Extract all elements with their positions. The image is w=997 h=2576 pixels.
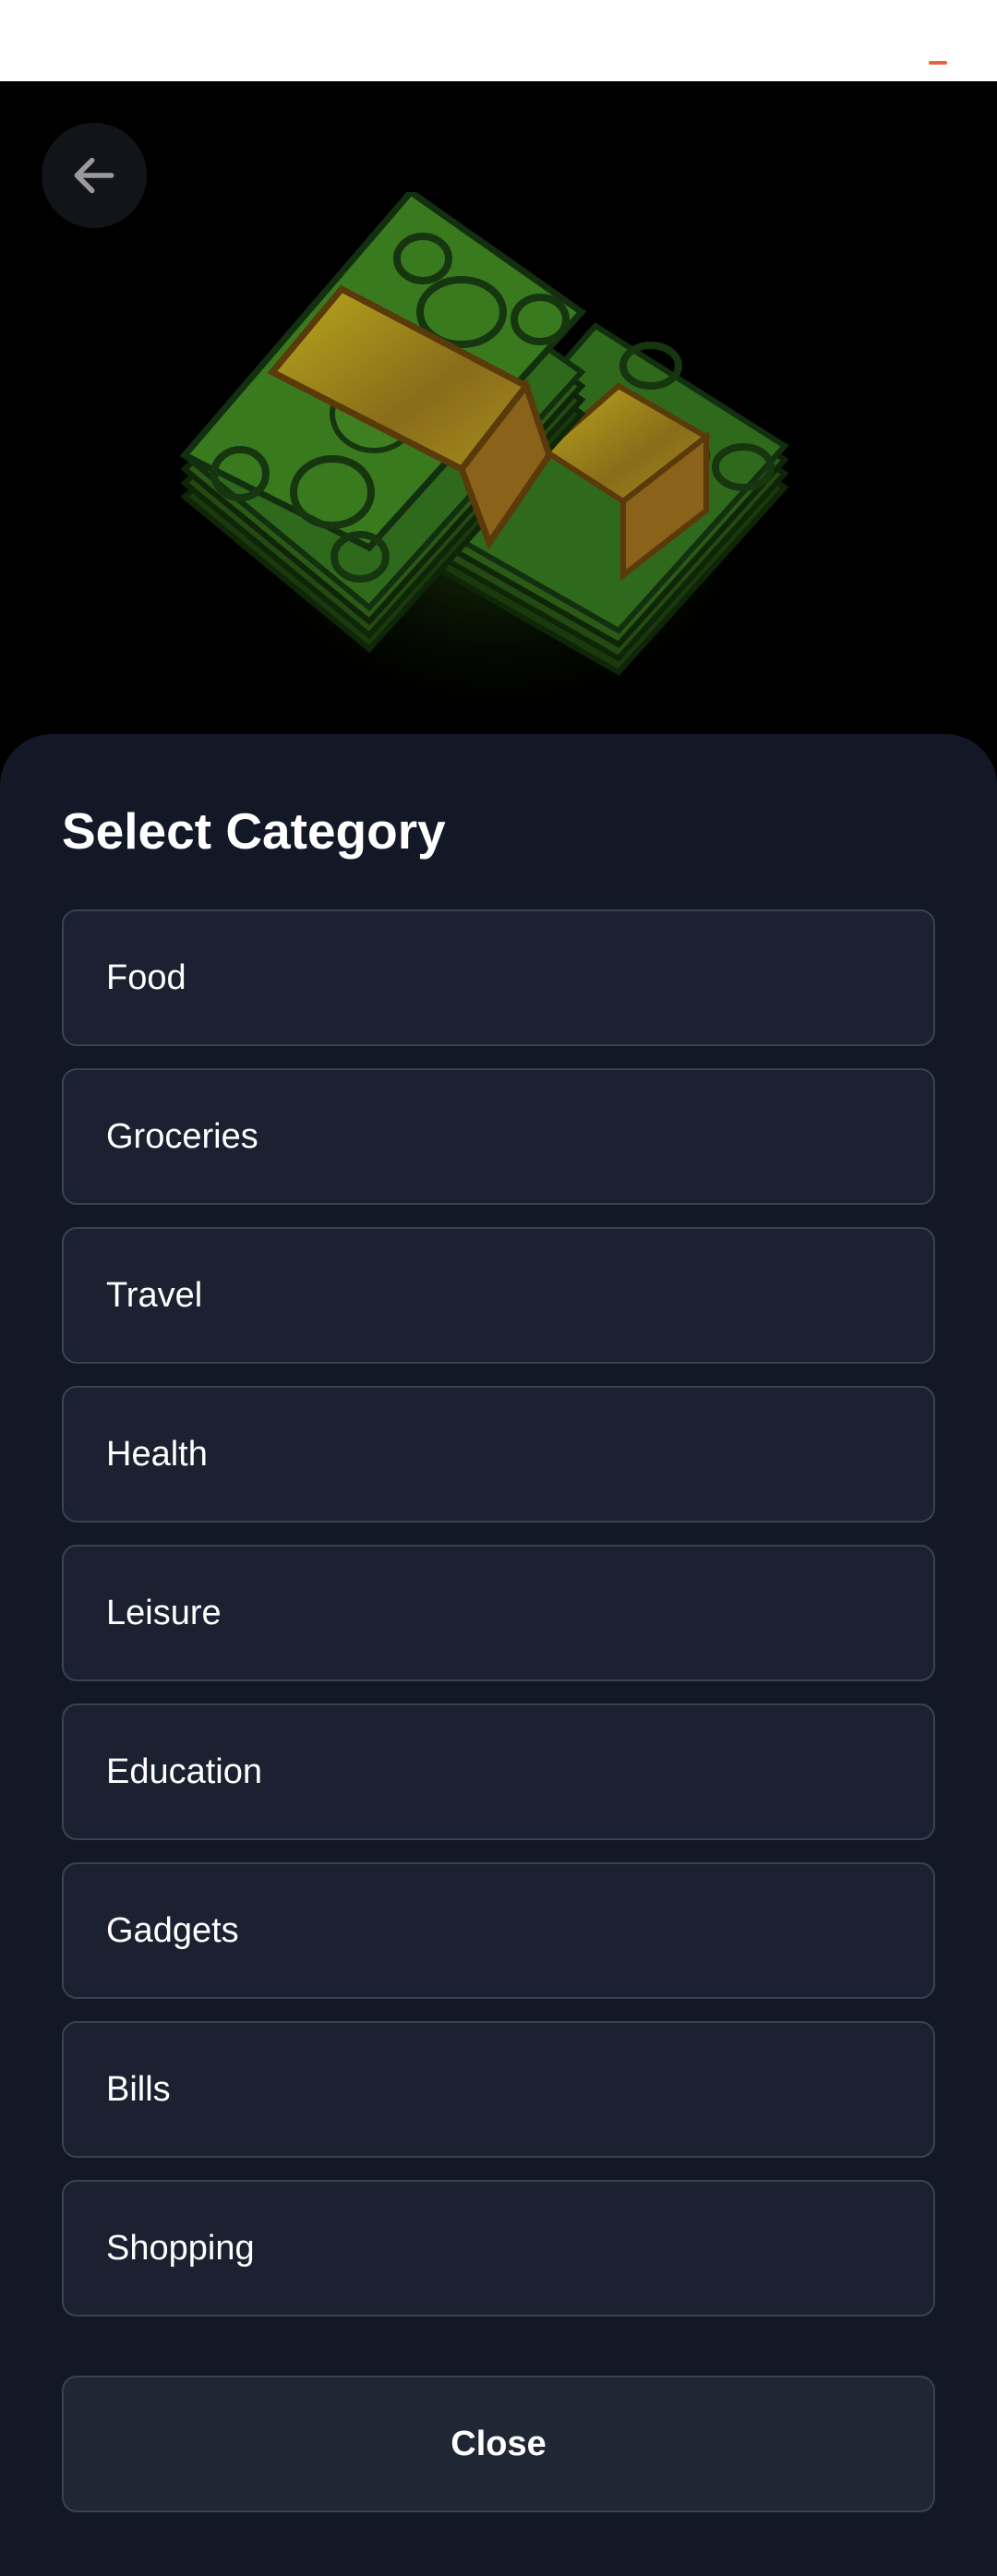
category-label: Groceries bbox=[106, 1116, 258, 1156]
arrow-left-icon bbox=[74, 157, 114, 194]
category-item[interactable]: Shopping bbox=[62, 2180, 935, 2317]
category-item[interactable]: Groceries bbox=[62, 1068, 935, 1205]
category-label: Leisure bbox=[106, 1593, 222, 1632]
category-item[interactable]: Leisure bbox=[62, 1545, 935, 1681]
status-bar bbox=[0, 0, 997, 81]
category-label: Gadgets bbox=[106, 1910, 239, 1950]
category-item[interactable]: Travel bbox=[62, 1227, 935, 1364]
category-list: Food Groceries Travel Health Leisure Edu… bbox=[62, 909, 935, 2339]
close-button[interactable]: Close bbox=[62, 2376, 935, 2512]
category-label: Travel bbox=[106, 1275, 203, 1315]
category-sheet: Select Category Food Groceries Travel He… bbox=[0, 734, 997, 2576]
category-label: Food bbox=[106, 957, 186, 997]
hero-banner bbox=[0, 81, 997, 764]
category-item[interactable]: Education bbox=[62, 1703, 935, 1840]
back-button[interactable] bbox=[42, 123, 147, 228]
category-label: Health bbox=[106, 1434, 208, 1474]
category-item[interactable]: Bills bbox=[62, 2021, 935, 2158]
category-label: Bills bbox=[106, 2069, 171, 2109]
money-stack-icon bbox=[179, 192, 794, 718]
category-label: Shopping bbox=[106, 2228, 255, 2268]
category-item[interactable]: Gadgets bbox=[62, 1862, 935, 1999]
close-label: Close bbox=[450, 2424, 547, 2463]
status-indicator bbox=[929, 61, 947, 65]
category-item[interactable]: Health bbox=[62, 1386, 935, 1523]
category-label: Education bbox=[106, 1751, 263, 1791]
category-item[interactable]: Food bbox=[62, 909, 935, 1046]
sheet-title: Select Category bbox=[62, 802, 446, 860]
